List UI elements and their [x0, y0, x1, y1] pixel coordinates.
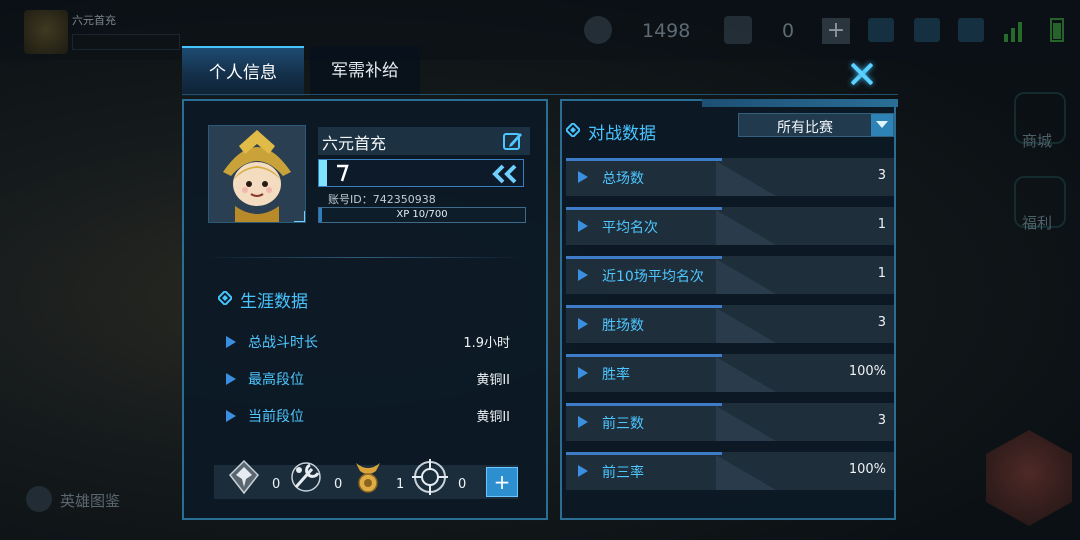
stat-label: 胜场数: [602, 318, 644, 334]
gear-icon[interactable]: [958, 18, 984, 42]
helmet-icon: [26, 486, 52, 512]
stat-value: 100%: [848, 462, 886, 477]
background-rank-bar: [72, 34, 180, 50]
badge-eagle[interactable]: 0: [224, 457, 286, 497]
tab-personal-info[interactable]: 个人信息: [182, 46, 304, 96]
play-arrow-icon: [578, 416, 588, 428]
personal-info-panel: 六元首充 账号ID：742350938 XP 10/700 生涯数据 总战斗时长…: [182, 99, 548, 520]
diamond-icon: [218, 291, 232, 305]
background-welfare-label: 福利: [1022, 214, 1053, 232]
gold-medal-icon: [356, 463, 380, 493]
stat-row: 平均名次 1: [566, 207, 894, 245]
career-row: 最高段位 黄铜II: [226, 368, 516, 390]
rank-glyph-icon: [337, 164, 349, 182]
chevron-down-icon[interactable]: [871, 114, 893, 136]
background-currency-b: 0: [782, 20, 795, 42]
stat-value: 1: [877, 266, 886, 281]
stat-label: 胜率: [602, 367, 630, 383]
badge-strip: 0 0 1 0 +: [214, 459, 518, 499]
stat-value: 3: [877, 168, 886, 183]
stat-label: 前三率: [602, 465, 644, 481]
player-name: 六元首充: [322, 134, 387, 153]
background-avatar: [24, 10, 68, 54]
stat-row: 总场数 3: [566, 158, 894, 196]
background-shop-label: 商城: [1022, 132, 1053, 150]
play-arrow-icon: [226, 373, 236, 385]
battery-icon: [1050, 18, 1064, 42]
dialog-tabs: 个人信息 军需补给: [182, 46, 898, 96]
signal-icon: [1004, 18, 1028, 42]
badge-count: 0: [458, 477, 467, 492]
badge-count: 0: [334, 477, 343, 492]
rank-bar: [318, 159, 524, 187]
badge-count: 1: [396, 477, 405, 492]
stat-label: 近10场平均名次: [602, 269, 704, 285]
battle-stats-panel: 对战数据 所有比赛 总场数 3 平均名次 1 近10场平均名次 1 胜场数 3 …: [560, 99, 898, 520]
stat-row: 胜场数 3: [566, 305, 894, 343]
player-name-bar: 六元首充: [318, 127, 530, 155]
stat-row: 前三率 100%: [566, 452, 894, 490]
panel-header-accent: [702, 99, 898, 107]
career-label: 最高段位: [248, 372, 304, 388]
career-value: 黄铜II: [476, 373, 510, 388]
badge-wrench[interactable]: 0: [286, 457, 348, 497]
career-label: 总战斗时长: [248, 335, 318, 351]
badge-medal[interactable]: 1: [348, 457, 410, 497]
play-arrow-icon: [226, 336, 236, 348]
career-value: 1.9小时: [463, 336, 510, 351]
stat-row: 前三数 3: [566, 403, 894, 441]
play-arrow-icon: [578, 318, 588, 330]
tab-supplies[interactable]: 军需补给: [310, 46, 420, 96]
gem-icon: [584, 16, 612, 44]
background-player-name: 六元首充: [72, 14, 116, 27]
battle-section-title: 对战数据: [588, 124, 656, 144]
crystal-icon: [724, 16, 752, 44]
play-arrow-icon: [578, 465, 588, 477]
trophy-icon[interactable]: [868, 18, 894, 42]
career-label: 当前段位: [248, 409, 304, 425]
play-arrow-icon: [578, 220, 588, 232]
diamond-icon: [566, 123, 580, 137]
stat-value: 3: [877, 413, 886, 428]
badge-crosshair[interactable]: 0: [410, 457, 472, 497]
stat-row: 胜率 100%: [566, 354, 894, 392]
avatar-portrait-icon: [209, 126, 305, 222]
career-section-title: 生涯数据: [240, 292, 308, 312]
tab-divider: [182, 94, 898, 95]
stat-value: 100%: [848, 364, 886, 379]
play-arrow-icon: [578, 367, 588, 379]
career-row: 当前段位 黄铜II: [226, 405, 516, 427]
career-value: 黄铜II: [476, 410, 510, 425]
background-add-currency-button[interactable]: +: [822, 18, 850, 44]
xp-text: XP 10/700: [396, 209, 448, 220]
badge-count: 0: [272, 477, 281, 492]
avatar[interactable]: [208, 125, 306, 223]
chevron-left-icon: [492, 164, 517, 184]
profile-dialog: 个人信息 军需补给 六元首充 账号ID：742350938 XP 10/700 …: [182, 46, 898, 522]
stat-label: 平均名次: [602, 220, 658, 236]
match-filter-select[interactable]: 所有比赛: [738, 113, 894, 137]
stat-label: 前三数: [602, 416, 644, 432]
career-row: 总战斗时长 1.9小时: [226, 331, 516, 353]
eagle-emblem-icon: [229, 459, 259, 495]
close-icon[interactable]: [848, 60, 876, 88]
stat-value: 3: [877, 315, 886, 330]
play-arrow-icon: [578, 171, 588, 183]
background-currency-a: 1498: [642, 20, 691, 42]
add-badge-button[interactable]: +: [486, 467, 518, 497]
play-arrow-icon: [578, 269, 588, 281]
xp-bar: XP 10/700: [318, 207, 526, 223]
match-filter-value: 所有比赛: [777, 120, 833, 136]
stat-value: 1: [877, 217, 886, 232]
background-hero-gallery-label[interactable]: 英雄图鉴: [60, 490, 120, 511]
stat-label: 总场数: [602, 171, 644, 187]
account-id: 账号ID：742350938: [328, 193, 436, 206]
play-arrow-icon: [226, 410, 236, 422]
edit-icon[interactable]: [502, 130, 524, 152]
wrench-emblem-icon: [291, 462, 321, 492]
mail-icon[interactable]: [914, 18, 940, 42]
profile-divider: [204, 257, 524, 258]
crosshair-emblem-icon: [412, 459, 448, 495]
stat-row: 近10场平均名次 1: [566, 256, 894, 294]
